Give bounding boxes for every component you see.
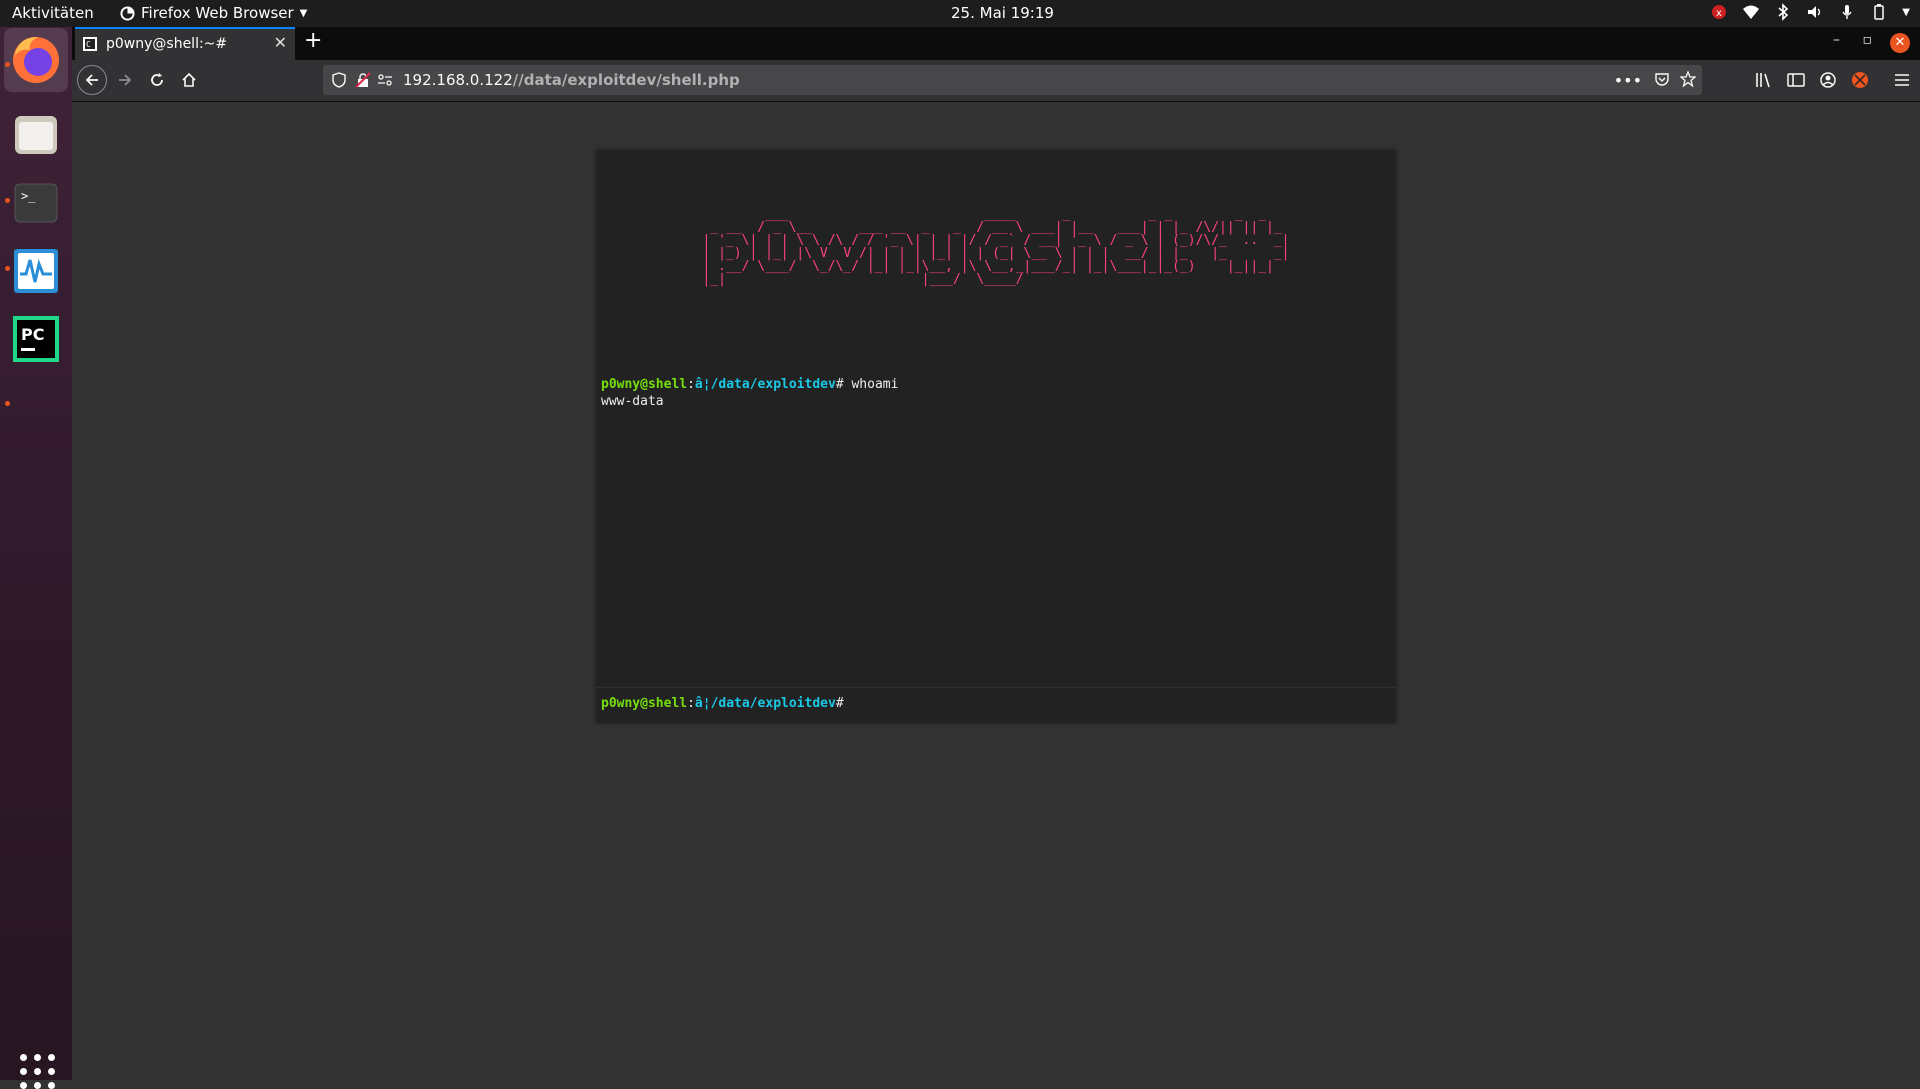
hamburger-menu-icon[interactable] bbox=[1892, 70, 1912, 90]
app-menu-label: Firefox Web Browser bbox=[141, 4, 294, 22]
grid-dot bbox=[48, 1068, 55, 1075]
grid-dot bbox=[48, 1082, 55, 1089]
tab-bar: C p0wny@shell:~# ✕ + – ▫ ✕ bbox=[72, 27, 1920, 60]
new-tab-button[interactable]: + bbox=[304, 28, 322, 53]
app-menu[interactable]: Firefox Web Browser ▼ bbox=[120, 4, 307, 22]
home-icon bbox=[182, 72, 196, 87]
svg-text:C: C bbox=[86, 40, 91, 49]
grid-dot bbox=[34, 1082, 41, 1089]
grid-dot bbox=[20, 1082, 27, 1089]
url-path: //data/exploitdev/shell.php bbox=[512, 71, 740, 89]
volume-icon[interactable] bbox=[1806, 3, 1824, 21]
url-host: 192.168.0.122 bbox=[403, 71, 513, 89]
svg-text:x: x bbox=[1716, 8, 1722, 19]
reload-button[interactable] bbox=[143, 66, 171, 94]
navigation-toolbar: 192.168.0.122//data/exploitdev/shell.php… bbox=[72, 60, 1920, 102]
home-button[interactable] bbox=[175, 66, 203, 94]
svg-text:>_: >_ bbox=[21, 189, 36, 203]
activities-button[interactable]: Aktivitäten bbox=[12, 4, 94, 22]
system-tray[interactable]: x ▼ bbox=[1710, 3, 1910, 21]
system-monitor-icon bbox=[14, 249, 58, 293]
ubuntu-dock: >_ PC bbox=[0, 27, 72, 1089]
prompt-separator: : bbox=[687, 377, 695, 392]
dock-files[interactable] bbox=[11, 110, 61, 160]
battery-icon[interactable] bbox=[1870, 3, 1888, 21]
terminal-favicon-icon: C bbox=[83, 37, 97, 51]
history-output: www-data bbox=[601, 394, 664, 409]
reload-icon bbox=[151, 73, 163, 86]
grid-dot bbox=[20, 1068, 27, 1075]
grid-dot bbox=[20, 1054, 27, 1061]
tab-title: p0wny@shell:~# bbox=[106, 36, 228, 52]
grid-dot bbox=[34, 1054, 41, 1061]
running-indicator bbox=[5, 266, 10, 271]
window-close-icon[interactable]: ✕ bbox=[1890, 33, 1910, 53]
tab-shell[interactable]: C p0wny@shell:~# ✕ bbox=[75, 27, 295, 60]
maximize-icon[interactable]: ▫ bbox=[1863, 32, 1873, 48]
p0wny-shell[interactable]: ___ ____ _ _ _ _ _ _ __ / _ \__ ___ __ _… bbox=[596, 150, 1396, 723]
bluetooth-icon[interactable] bbox=[1774, 3, 1792, 21]
minimize-icon[interactable]: – bbox=[1833, 32, 1840, 48]
history-command-line: p0wny@shell:â¦/data/exploitdev# whoami bbox=[601, 377, 898, 392]
firefox-icon bbox=[13, 36, 59, 83]
dock-terminal[interactable]: >_ bbox=[11, 178, 61, 228]
running-indicator bbox=[5, 401, 10, 406]
prompt-separator: : bbox=[687, 696, 695, 711]
shield-icon[interactable] bbox=[331, 72, 347, 88]
system-menu-chevron-icon[interactable]: ▼ bbox=[1902, 7, 1910, 18]
files-icon bbox=[15, 116, 57, 154]
account-icon[interactable] bbox=[1818, 70, 1838, 90]
close-tab-icon[interactable]: ✕ bbox=[274, 33, 287, 52]
running-indicator bbox=[5, 198, 10, 203]
firefox-app-icon bbox=[120, 5, 135, 21]
ascii-banner: ___ ____ _ _ _ _ _ _ __ / _ \__ ___ __ _… bbox=[702, 207, 1290, 287]
grid-dot bbox=[34, 1068, 41, 1075]
prompt-path: â¦/data/exploitdev bbox=[694, 377, 836, 392]
pycharm-icon: PC bbox=[13, 316, 59, 362]
url-text[interactable]: 192.168.0.122//data/exploitdev/shell.php bbox=[403, 71, 740, 89]
bookmark-star-icon[interactable] bbox=[1680, 71, 1696, 87]
chevron-down-icon: ▼ bbox=[299, 7, 308, 19]
arrow-right-icon bbox=[119, 74, 132, 86]
dock-pycharm[interactable]: PC bbox=[11, 314, 61, 364]
url-bar[interactable]: 192.168.0.122//data/exploitdev/shell.php… bbox=[323, 65, 1702, 95]
pocket-icon[interactable] bbox=[1654, 71, 1670, 87]
terminal-icon: >_ bbox=[14, 183, 58, 223]
prompt-symbol: # bbox=[835, 696, 844, 711]
forward-button[interactable] bbox=[111, 66, 139, 94]
gnome-top-bar: Aktivitäten Firefox Web Browser ▼ 25. Ma… bbox=[0, 0, 1920, 27]
microphone-icon[interactable] bbox=[1838, 3, 1856, 21]
permissions-icon[interactable] bbox=[377, 72, 393, 88]
shell-prompt-bar: p0wny@shell:â¦/data/exploitdev# bbox=[596, 687, 1396, 723]
extension-icon[interactable] bbox=[1850, 70, 1870, 90]
arrow-left-icon bbox=[85, 74, 98, 86]
prompt-user: p0wny@shell bbox=[601, 377, 688, 392]
clock[interactable]: 25. Mai 19:19 bbox=[951, 4, 1054, 22]
library-icon[interactable] bbox=[1754, 70, 1774, 90]
back-button[interactable] bbox=[77, 65, 107, 95]
show-applications-button[interactable] bbox=[20, 1054, 55, 1089]
command-input[interactable] bbox=[854, 694, 1388, 716]
history-command: whoami bbox=[851, 377, 899, 392]
grid-dot bbox=[48, 1054, 55, 1061]
wifi-icon[interactable] bbox=[1742, 3, 1760, 21]
insecure-lock-icon[interactable] bbox=[355, 72, 371, 88]
prompt-user: p0wny@shell bbox=[601, 696, 688, 711]
page-actions-icon[interactable]: ••• bbox=[1614, 71, 1642, 90]
running-indicator bbox=[5, 62, 10, 67]
dock-system-monitor[interactable] bbox=[11, 246, 61, 296]
firefox-window: C p0wny@shell:~# ✕ + – ▫ ✕ 192.168.0.122… bbox=[72, 27, 1920, 1080]
prompt-path: â¦/data/exploitdev bbox=[694, 696, 836, 711]
svg-text:PC: PC bbox=[21, 325, 44, 344]
sidebar-icon[interactable] bbox=[1786, 70, 1806, 90]
prompt-symbol: # bbox=[835, 377, 844, 392]
xampp-icon[interactable]: x bbox=[1710, 3, 1728, 21]
page-content: ___ ____ _ _ _ _ _ _ __ / _ \__ ___ __ _… bbox=[72, 102, 1920, 1080]
dock-firefox[interactable] bbox=[4, 28, 68, 92]
prompt-line: p0wny@shell:â¦/data/exploitdev# bbox=[601, 696, 844, 711]
